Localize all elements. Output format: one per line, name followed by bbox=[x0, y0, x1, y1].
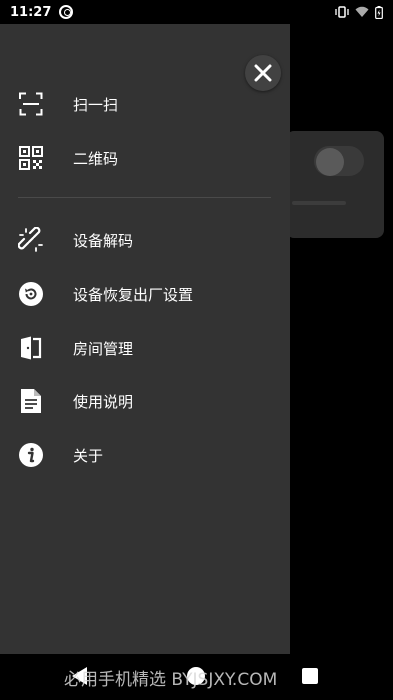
app-notification-icon bbox=[59, 5, 74, 19]
close-icon bbox=[254, 64, 272, 82]
menu-label-scan: 扫一扫 bbox=[73, 95, 119, 114]
info-icon bbox=[18, 442, 44, 468]
status-icons bbox=[335, 5, 383, 19]
status-bar: 11:27 bbox=[0, 0, 393, 24]
menu-item-room-management[interactable]: 房间管理 bbox=[0, 325, 290, 371]
unlink-icon bbox=[18, 227, 44, 253]
menu-label-about: 关于 bbox=[73, 446, 104, 465]
menu-label-factory-reset: 设备恢复出厂设置 bbox=[73, 285, 194, 304]
battery-icon bbox=[375, 5, 383, 19]
menu-label-instructions: 使用说明 bbox=[73, 392, 134, 411]
menu-label-device-unbind: 设备解码 bbox=[73, 231, 134, 250]
menu-item-about[interactable]: 关于 bbox=[0, 432, 290, 478]
qr-code-icon bbox=[18, 145, 44, 171]
menu-label-qr-code: 二维码 bbox=[73, 149, 119, 168]
factory-reset-icon bbox=[18, 281, 44, 307]
status-time: 11:27 bbox=[10, 4, 52, 20]
menu-label-room-management: 房间管理 bbox=[73, 339, 134, 358]
scan-icon bbox=[18, 91, 44, 117]
device-progress-bar bbox=[292, 201, 346, 205]
device-toggle-knob bbox=[316, 148, 344, 176]
menu-item-factory-reset[interactable]: 设备恢复出厂设置 bbox=[0, 271, 290, 317]
menu-item-qr-code[interactable]: 二维码 bbox=[0, 135, 290, 181]
navigation-drawer: 扫一扫 二维码 设备解码 设备恢复出厂设置 房间管理 使用说明 关于 bbox=[0, 24, 290, 654]
recent-apps-button[interactable] bbox=[302, 668, 318, 684]
door-icon bbox=[18, 335, 44, 361]
menu-item-scan[interactable]: 扫一扫 bbox=[0, 81, 290, 127]
watermark: 必用手机精选 BYJSJXY.COM bbox=[64, 670, 278, 690]
menu-item-instructions[interactable]: 使用说明 bbox=[0, 378, 290, 424]
document-icon bbox=[18, 388, 44, 414]
menu-divider bbox=[18, 197, 271, 198]
wifi-icon bbox=[355, 6, 369, 17]
menu-item-device-unbind[interactable]: 设备解码 bbox=[0, 217, 290, 263]
vibrate-icon bbox=[335, 6, 349, 18]
